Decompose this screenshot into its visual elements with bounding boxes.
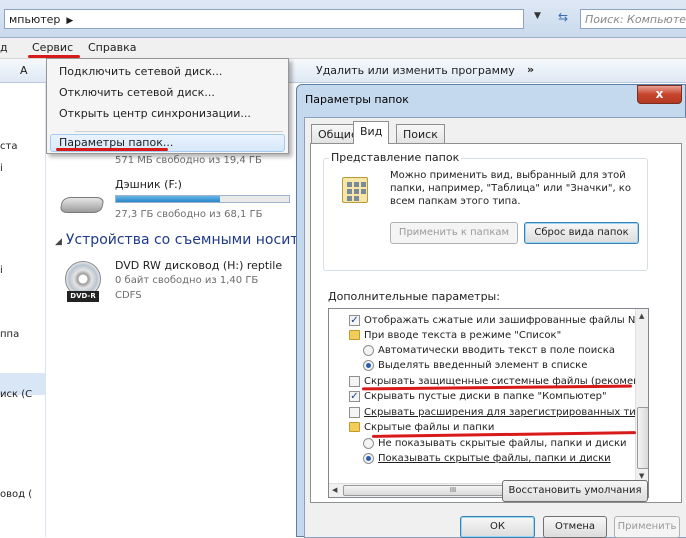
scroll-left-icon[interactable]: ◀: [332, 486, 337, 494]
setting-show-compressed[interactable]: ✓ Отображать сжатые или зашифрованные фай…: [349, 314, 644, 328]
setting-hide-extensions[interactable]: Скрывать расширения для зарегистрированн…: [349, 406, 648, 420]
collapse-triangle-icon[interactable]: ◢: [55, 237, 62, 247]
checkbox-checked[interactable]: ✓: [349, 314, 360, 326]
scroll-down-icon[interactable]: ▼: [639, 472, 644, 480]
apply-button[interactable]: Применить: [614, 516, 680, 538]
chevron-right-icon[interactable]: ▶: [66, 16, 73, 26]
vertical-scrollbar[interactable]: ▲ ▼: [635, 309, 648, 483]
advanced-settings-list[interactable]: ✓ Отображать сжатые или зашифрованные фай…: [328, 308, 649, 498]
drive-free-space: 571 МБ свободно из 19,4 ГБ: [115, 155, 262, 166]
setting-hide-empty-drives[interactable]: ✓ Скрывать пустые диски в папке "Компьюте…: [349, 390, 607, 404]
folder-view-icon: [342, 177, 368, 203]
tab-view[interactable]: Вид: [353, 121, 390, 144]
dvd-free-space: 0 байт свободно из 1,40 ГБ: [115, 275, 259, 286]
address-path[interactable]: мпьютер ▶: [4, 9, 524, 29]
toolbar-more-button[interactable]: »: [527, 63, 534, 76]
nav-item[interactable]: ппа: [0, 329, 19, 340]
service-menu: Подключить сетевой диск... Отключить сет…: [46, 58, 289, 154]
dvd-drive-name[interactable]: DVD RW дисковод (H:) reptile: [115, 259, 282, 272]
refresh-icon[interactable]: ⇆: [552, 10, 574, 28]
folder-icon: [349, 422, 360, 432]
removable-devices-label: Устройства со съемными носите: [65, 232, 308, 248]
scroll-thumb[interactable]: [637, 407, 648, 469]
close-button[interactable]: x: [637, 85, 682, 104]
dvd-filesystem: CDFS: [115, 290, 142, 301]
address-path-text: мпьютер: [9, 13, 61, 26]
hard-drive-icon[interactable]: [59, 189, 105, 217]
setting-list-typing-group: При вводе текста в режиме "Список": [349, 329, 561, 343]
address-bar: мпьютер ▶ ▼ ⇆ Поиск: Компьютер: [0, 0, 686, 38]
drive-f-usage-bar: [115, 195, 290, 203]
dialog-title: Параметры папок: [305, 93, 409, 106]
menu-separator: [75, 131, 283, 132]
nav-item[interactable]: иск (C: [0, 389, 32, 400]
menu-help[interactable]: Справка: [88, 41, 136, 54]
folder-icon: [349, 330, 360, 340]
drive-f-usage-fill: [116, 196, 220, 202]
chevron-down-icon[interactable]: ▼: [534, 11, 541, 21]
menu-view[interactable]: д: [0, 41, 8, 54]
radio-unchecked[interactable]: [363, 437, 374, 449]
folder-views-legend: Представление папок: [329, 151, 462, 164]
annotation-underline-folder-options: [56, 148, 168, 151]
radio-unchecked[interactable]: [363, 344, 374, 356]
navigation-pane: ста і і ппа иск (C овод (: [0, 83, 46, 537]
checkbox-checked[interactable]: ✓: [349, 390, 360, 402]
menu-service[interactable]: Сервис: [28, 41, 77, 54]
map-network-drive-item[interactable]: Подключить сетевой диск...: [59, 65, 222, 78]
search-input[interactable]: Поиск: Компьютер: [580, 9, 686, 29]
disconnect-network-drive-item[interactable]: Отключить сетевой диск...: [59, 86, 215, 99]
open-sync-center-item[interactable]: Открыть центр синхронизации...: [59, 107, 251, 120]
menu-bar: д Сервис Справка: [0, 38, 686, 59]
dvd-badge: DVD-R: [67, 291, 99, 302]
folder-views-description: Можно применить вид, выбранный для этой …: [390, 170, 631, 207]
cancel-button[interactable]: Отмена: [543, 516, 607, 538]
drive-f-name[interactable]: Дэшник (F:): [115, 178, 182, 191]
restore-defaults-button[interactable]: Восстановить умолчания: [502, 480, 648, 502]
view-tab-panel: Представление папок Можно применить вид,…: [310, 143, 682, 503]
radio-checked[interactable]: [363, 359, 374, 371]
scroll-up-icon[interactable]: ▲: [639, 312, 644, 320]
setting-select-typed-item[interactable]: Выделять введенный элемент в списке: [363, 359, 587, 373]
tab-search[interactable]: Поиск: [396, 124, 445, 143]
toolbar-organize[interactable]: А: [20, 64, 28, 77]
checkbox-unchecked[interactable]: [349, 375, 360, 387]
nav-item[interactable]: і: [0, 265, 3, 276]
reset-folders-button[interactable]: Сброс вида папок: [524, 222, 639, 244]
ok-button[interactable]: ОК: [460, 516, 535, 538]
uninstall-program-button[interactable]: Удалить или изменить программу: [316, 64, 515, 77]
radio-checked[interactable]: [363, 452, 374, 464]
advanced-settings-label: Дополнительные параметры:: [328, 290, 500, 303]
dialog-body: Общие Вид Поиск Представление папок Можн…: [304, 117, 686, 538]
folder-options-dialog: Параметры папок x Общие Вид Поиск Предст…: [296, 84, 686, 538]
removable-devices-header[interactable]: ◢ Устройства со съемными носите: [55, 232, 307, 248]
setting-dont-show-hidden[interactable]: Не показывать скрытые файлы, папки и дис…: [363, 437, 627, 451]
checkbox-unchecked[interactable]: [349, 406, 360, 418]
nav-item[interactable]: ста: [0, 141, 17, 152]
folder-views-group: Представление папок Можно применить вид,…: [323, 151, 648, 271]
apply-to-folders-button[interactable]: Применить к папкам: [390, 222, 518, 244]
drive-f-free-space: 27,3 ГБ свободно из 68,1 ГБ: [115, 209, 263, 220]
nav-item[interactable]: і: [0, 163, 3, 174]
setting-show-hidden[interactable]: Показывать скрытые файлы, папки и диски: [363, 452, 611, 466]
setting-autotype-search[interactable]: Автоматически вводить текст в поле поиск…: [363, 344, 615, 358]
nav-item[interactable]: овод (: [0, 489, 32, 500]
